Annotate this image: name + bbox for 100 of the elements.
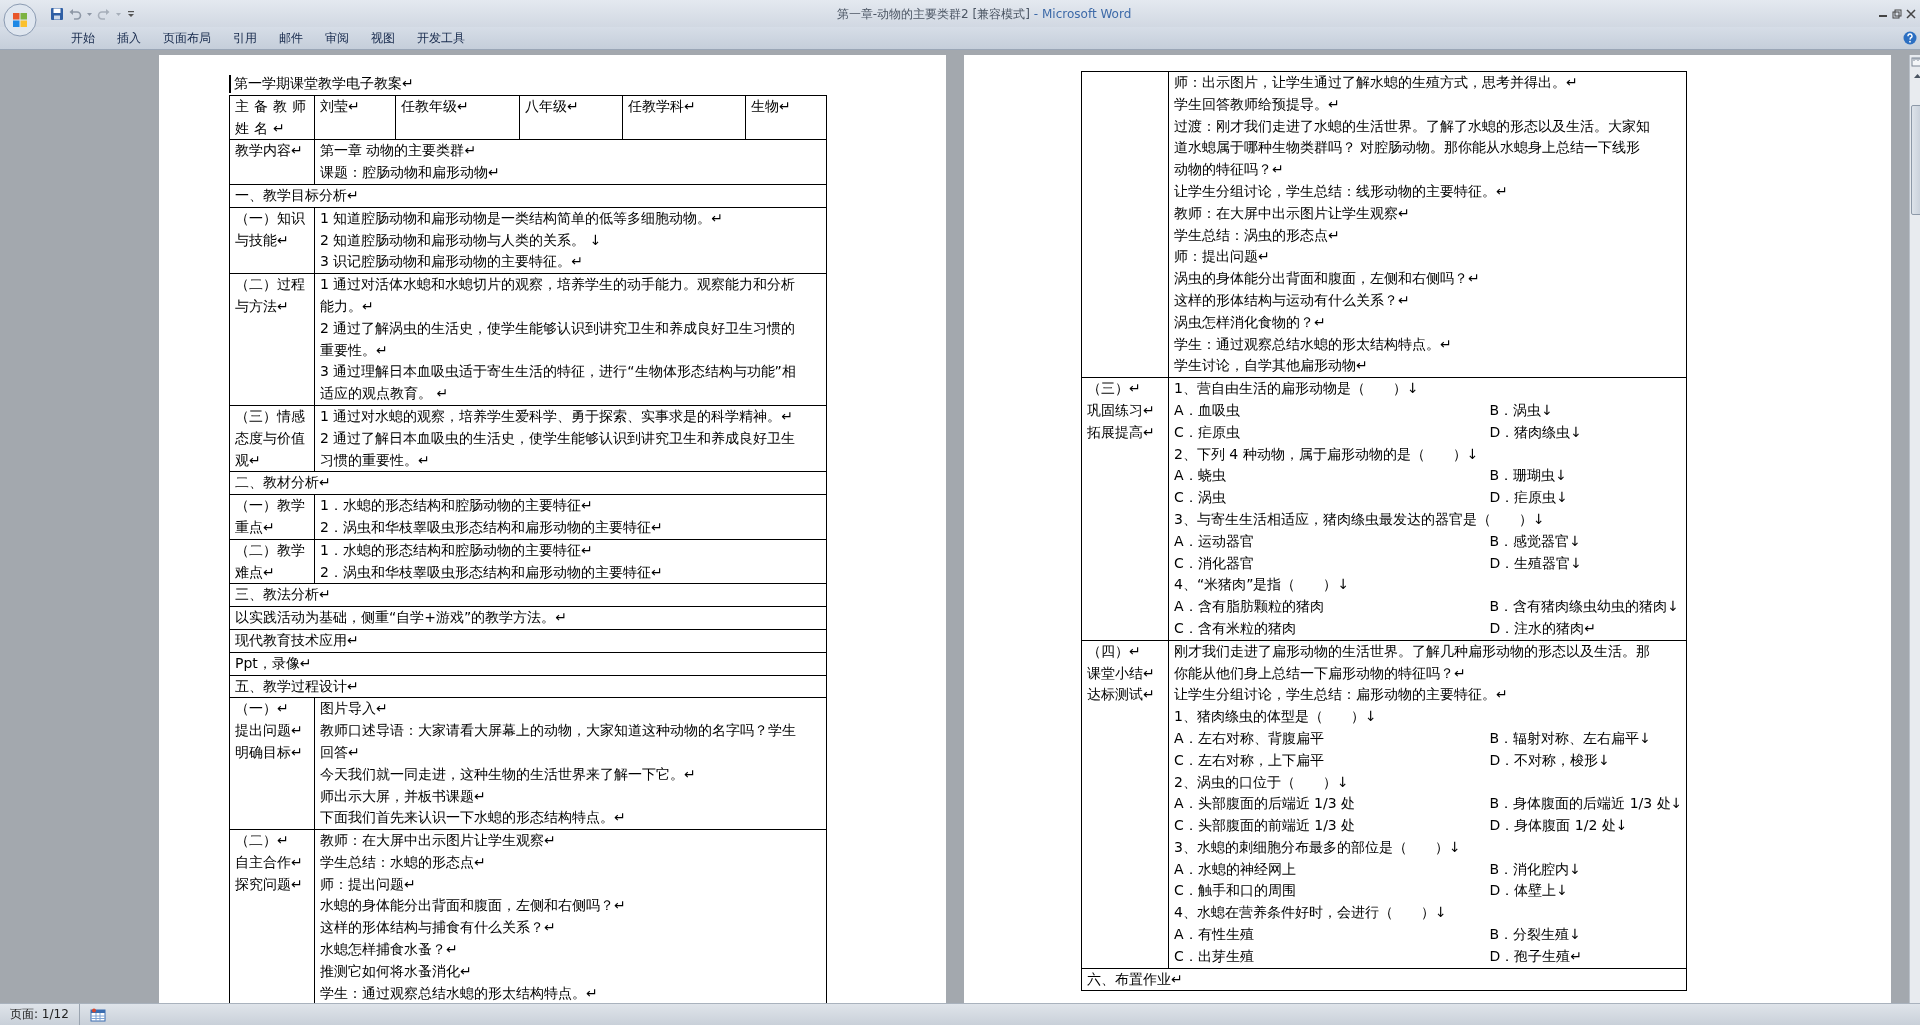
- section-heading: 以实践活动为基础，侧重“自学+游戏”的教学方法。↵: [235, 608, 568, 628]
- answer-option: A．头部腹面的后端近 1/3 处: [1174, 793, 1490, 816]
- quiz-question: 4、“米猪肉”是指（ ）↓: [1174, 575, 1351, 595]
- answer-option: A．左右对称、背腹扁平: [1174, 727, 1490, 750]
- window-title: 第一章-动物的主要类群2 [兼容模式]: [836, 6, 1030, 21]
- answer-option: B．辐射对称、左右扁平↓: [1489, 727, 1651, 750]
- answer-option: B．感觉器官↓: [1489, 530, 1581, 553]
- paragraph: 学生总结：涡虫的形态点↵: [1174, 225, 1341, 245]
- page-count: 页面: 1/12: [0, 1004, 80, 1025]
- row-label: （四）↵: [1087, 641, 1142, 661]
- paragraph: 师：提出问题↵: [1174, 247, 1271, 267]
- section-heading: 现代教育技术应用↵: [235, 630, 360, 650]
- ribbon-tab[interactable]: 审阅: [314, 27, 360, 49]
- answer-option: C．左右对称，上下扁平: [1174, 749, 1490, 772]
- ribbon-tab[interactable]: 开发工具: [406, 27, 476, 49]
- answer-option: B．身体腹面的后端近 1/3 处↓: [1489, 793, 1683, 816]
- paragraph: 让学生分组讨论，学生总结：扁形动物的主要特征。↵: [1174, 685, 1509, 705]
- spreadsheet-icon[interactable]: [89, 1007, 106, 1022]
- help-icon[interactable]: [1903, 31, 1917, 45]
- ribbon-tab[interactable]: 视图: [360, 27, 406, 49]
- paragraph: 学生：通过观察总结水螅的形太结构特点。↵: [320, 983, 599, 1003]
- paragraph: 2．涡虫和华枝睾吸虫形态结构和扁形动物的主要特征↵: [320, 562, 664, 582]
- paragraph: 3 识记腔肠动物和扁形动物的主要特征。↵: [320, 252, 585, 272]
- paragraph: 图片导入↵: [320, 699, 389, 719]
- paragraph: 师出示大屏，并板书课题↵: [320, 786, 487, 806]
- answer-option: B．涡虫↓: [1489, 399, 1553, 422]
- paragraph: 2 通过了解涡虫的生活史，使学生能够认识到讲究卫生和养成良好卫生习惯的重要性。↵: [320, 318, 797, 360]
- ribbon-tab[interactable]: 邮件: [268, 27, 314, 49]
- row-label: 拓展提高↵: [1087, 422, 1156, 442]
- paragraph: 1 通过对活体水螅和水螅切片的观察，培养学生的动手能力。观察能力和分析能力。↵: [320, 275, 797, 316]
- paragraph: 涡虫的身体能分出背面和腹面，左侧和右侧吗？↵: [1174, 269, 1481, 289]
- paragraph: 学生：通过观察总结水螅的形太结构特点。↵: [1174, 334, 1453, 354]
- answer-option: B．分裂生殖↓: [1489, 924, 1581, 946]
- answer-option: D．猪肉绦虫↓: [1489, 421, 1583, 444]
- answer-option: B．珊瑚虫↓: [1489, 465, 1567, 488]
- answer-option: D．身体腹面 1/2 处↓: [1489, 815, 1628, 837]
- paragraph: 推测它如何将水蚤消化↵: [320, 961, 473, 981]
- paragraph: 3 通过理解日本血吸虫适于寄生生活的特征，进行“生物体形态结构与功能”相适应的观点教育。 ↵: [320, 362, 797, 404]
- paragraph: 2．涡虫和华枝睾吸虫形态结构和扁形动物的主要特征↵: [320, 517, 664, 537]
- answer-option: B．含有猪肉绦虫幼虫的猪肉↓: [1489, 596, 1679, 618]
- app-name: - Microsoft Word: [1033, 6, 1132, 21]
- answer-option: A．运动器官: [1174, 530, 1490, 553]
- paragraph: 第一章 动物的主要类群↵: [320, 141, 478, 161]
- answer-option: C．触手和口的周围: [1174, 880, 1490, 903]
- row-label: 课堂小结↵: [1087, 663, 1156, 683]
- quiz-question: 3、与寄生生活相适应，猪肉绦虫最发达的器官是（ ）↓: [1174, 509, 1546, 529]
- paragraph: 学生讨论，自学其他扁形动物↵: [1174, 356, 1369, 376]
- row-label: 明确目标↵: [235, 742, 304, 762]
- save-icon[interactable]: [50, 6, 64, 21]
- paragraph: 涡虫怎样消化食物的？↵: [1174, 312, 1327, 332]
- row-label: （一）↵: [235, 699, 290, 719]
- paragraph: 这样的形体结构与运动有什么关系？↵: [1174, 290, 1411, 310]
- section-heading: 二、教材分析↵: [235, 473, 332, 493]
- paragraph: 1．水螅的形态结构和腔肠动物的主要特征↵: [320, 540, 594, 560]
- paragraph: 师：出示图片，让学生通过了解水螅的生殖方式，思考并得出。↵: [1174, 73, 1579, 92]
- field-label: 主备教师姓名↵: [235, 96, 311, 138]
- paragraph: 刚才我们走进了扁形动物的生活世界。了解几种扁形动物的形态以及生活。那你能从他们身上总结一下扁形动物的特征吗？↵: [1174, 641, 1651, 683]
- quiz-question: 3、水螅的刺细胞分布最多的部位是（ ）↓: [1174, 837, 1462, 857]
- field-value: 八年级↵: [525, 96, 580, 116]
- answer-option: A．有性生殖: [1174, 924, 1490, 946]
- paragraph: 课题：腔肠动物和扁形动物↵: [320, 163, 501, 183]
- quiz-question: 2、下列 4 种动物，属于扁形动物的是（ ）↓: [1174, 444, 1480, 464]
- ribbon-tab[interactable]: 开始: [60, 27, 106, 49]
- close-icon[interactable]: [1906, 8, 1916, 19]
- ribbon-tab[interactable]: 页面布局: [152, 27, 222, 49]
- answer-option: C．涡虫: [1174, 487, 1490, 509]
- answer-option: C．含有米粒的猪肉: [1174, 617, 1490, 640]
- row-label: 探究问题↵: [235, 874, 304, 894]
- paragraph: 教师：在大屏中出示图片让学生观察↵: [320, 831, 557, 851]
- answer-option: C．疟原虫: [1174, 421, 1490, 444]
- answer-option: C．消化器官: [1174, 552, 1490, 575]
- quiz-question: 1、营自由生活的扁形动物是（ ）↓: [1174, 379, 1420, 399]
- answer-option: D．注水的猪肉↵: [1489, 617, 1597, 640]
- paragraph: 水螅的身体能分出背面和腹面，左侧和右侧吗？↵: [320, 896, 627, 916]
- paragraph: 学生回答教师给预提导。↵: [1174, 94, 1341, 114]
- answer-option: C．头部腹面的前端近 1/3 处: [1174, 815, 1490, 837]
- field-label: 任教学科↵: [628, 96, 697, 116]
- page-header: 第一学期课堂教学电子教案↵: [234, 74, 414, 93]
- ribbon-tab[interactable]: 插入: [106, 27, 152, 49]
- row-label: （二）↵: [235, 831, 290, 851]
- paragraph: 2 知道腔肠动物和扁形动物与人类的关系。 ↓: [320, 230, 603, 250]
- field-label: 任教年级↵: [401, 96, 470, 116]
- row-label: （三）↵: [1087, 379, 1142, 399]
- row-label: 教学内容↵: [235, 141, 304, 161]
- answer-option: A．含有脂肪颗粒的猪肉: [1174, 596, 1490, 618]
- quiz-question: 4、水螅在营养条件好时，会进行（ ）↓: [1174, 903, 1448, 923]
- answer-option: A．蛲虫: [1174, 465, 1490, 488]
- paragraph: 2 通过了解日本血吸虫的生活史，使学生能够认识到讲究卫生和养成良好卫生习惯的重要性。↵: [320, 428, 797, 470]
- answer-option: D．体壁上↓: [1489, 880, 1569, 903]
- answer-option: A．水螅的神经网上: [1174, 858, 1490, 881]
- answer-option: D．生殖器官↓: [1489, 552, 1583, 575]
- answer-option: A．血吸虫: [1174, 399, 1490, 422]
- restore-icon[interactable]: [1892, 8, 1902, 19]
- paragraph: 让学生分组讨论，学生总结：线形动物的主要特征。↵: [1174, 182, 1509, 201]
- ribbon-tab[interactable]: 引用: [222, 27, 268, 49]
- row-label: （一）知识与技能↵: [235, 208, 306, 250]
- paragraph: 教师：在大屏中出示图片让学生观察↵: [1174, 203, 1411, 223]
- paragraph: 水螅怎样捕食水蚤？↵: [320, 940, 459, 960]
- answer-option: C．出芽生殖: [1174, 945, 1490, 968]
- paragraph: 这样的形体结构与捕食有什么关系？↵: [320, 918, 557, 938]
